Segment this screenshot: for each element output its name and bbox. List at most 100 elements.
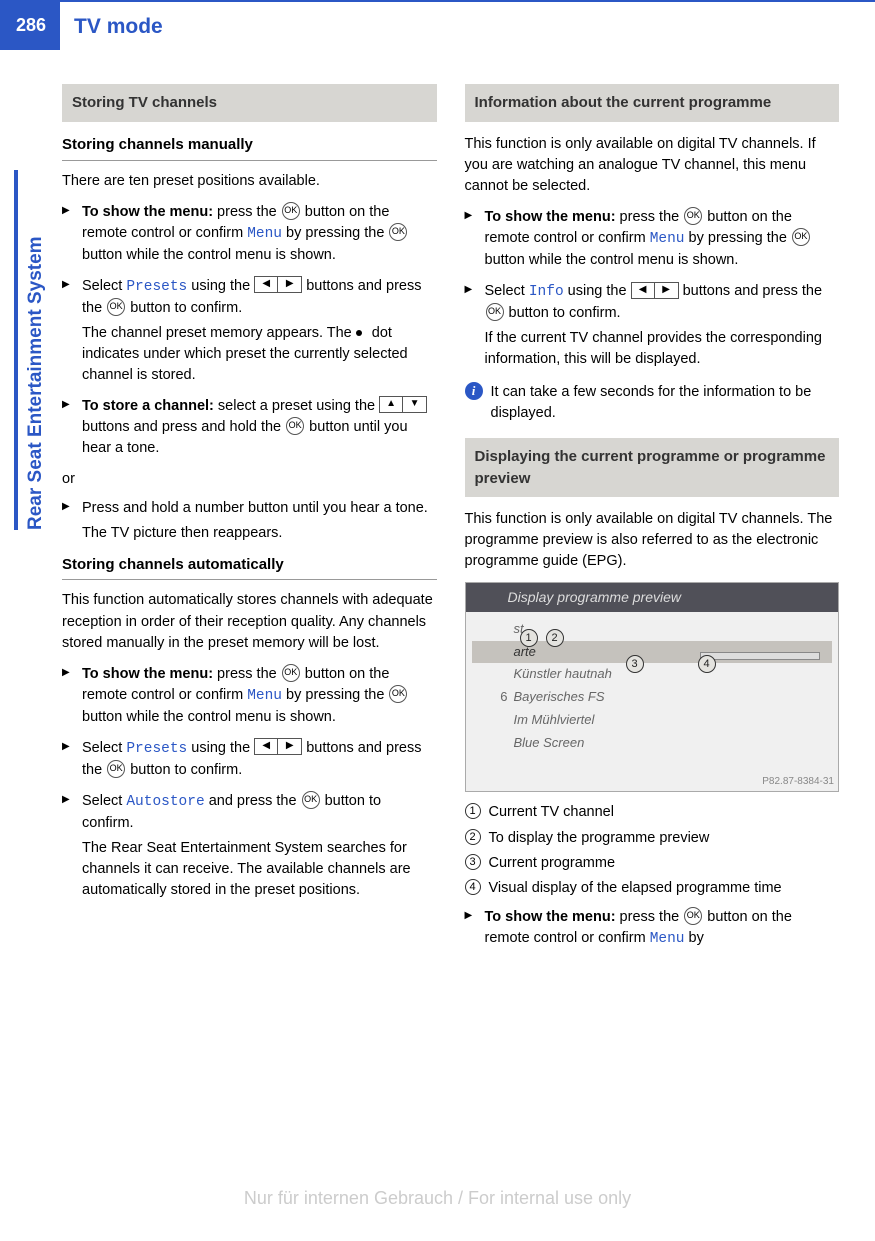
- step: Press and hold a number button until you…: [62, 498, 437, 544]
- down-arrow-button-icon: ▼: [403, 396, 427, 413]
- legend-item: 3 Current programme: [465, 853, 840, 874]
- step: To show the menu: press the OK button on…: [62, 664, 437, 728]
- legend-text: Visual display of the elapsed programme …: [489, 880, 782, 896]
- legend-item: 1Current TV channel: [465, 802, 840, 823]
- left-arrow-button-icon: ◀: [254, 276, 278, 293]
- ok-button-icon: OK: [389, 685, 407, 703]
- right-arrow-button-icon: ▶: [278, 276, 302, 293]
- txt: select a preset using the: [214, 398, 379, 414]
- legend-num: 2: [465, 829, 481, 845]
- figure-epg: Display programme preview st arte Künstl…: [465, 582, 840, 792]
- step: To show the menu: press the OK button on…: [465, 907, 840, 950]
- txt: using the: [187, 278, 254, 294]
- paragraph: This function is only available on digit…: [465, 134, 840, 197]
- step-bold: To show the menu:: [82, 204, 213, 220]
- txt: using the: [564, 283, 631, 299]
- ok-button-icon: OK: [302, 791, 320, 809]
- step: To show the menu: press the OK button on…: [465, 207, 840, 271]
- step: Select Presets using the ◀▶ buttons and …: [62, 276, 437, 386]
- section-heading: Displaying the current programme or prog…: [465, 438, 840, 498]
- info-label: Info: [529, 284, 564, 300]
- paragraph: This function automatically stores chann…: [62, 590, 437, 653]
- txt: The channel preset memory appears. The: [82, 325, 356, 341]
- step: Select Info using the ◀▶ buttons and pre…: [465, 281, 840, 370]
- fig-row: Künstler hautnah: [472, 663, 833, 686]
- txt: by pressing the: [282, 225, 388, 241]
- header-rule: [0, 0, 875, 2]
- fig-row: Im Mühlviertel: [472, 709, 833, 732]
- txt: button to confirm.: [126, 300, 242, 316]
- legend-text: Current programme: [489, 855, 616, 871]
- subheading: Storing channels automatically: [62, 554, 437, 581]
- fig-row: Blue Screen: [472, 732, 833, 755]
- legend-item: 4Visual display of the elapsed programme…: [465, 878, 840, 899]
- ok-button-icon: OK: [107, 298, 125, 316]
- txt: by pressing the: [282, 687, 388, 703]
- step: To store a channel: select a preset usin…: [62, 396, 437, 459]
- legend-num: 1: [465, 803, 481, 819]
- txt: by pressing the: [685, 230, 791, 246]
- left-arrow-button-icon: ◀: [631, 282, 655, 299]
- ok-button-icon: OK: [107, 760, 125, 778]
- info-icon: i: [465, 382, 483, 400]
- ok-button-icon: OK: [486, 303, 504, 321]
- callout-3: 3: [626, 655, 644, 673]
- txt: The Rear Seat Entertainment System searc…: [82, 840, 411, 898]
- txt: buttons and press and hold the: [82, 419, 285, 435]
- callout-4: 4: [698, 655, 716, 673]
- ok-button-icon: OK: [286, 417, 304, 435]
- figure-header: Display programme preview: [466, 583, 839, 611]
- up-arrow-button-icon: ▲: [379, 396, 403, 413]
- section-heading: Information about the current programme: [465, 84, 840, 122]
- left-column: Storing TV channels Storing channels man…: [62, 84, 437, 960]
- txt: by: [685, 930, 704, 946]
- txt: Select: [82, 278, 126, 294]
- right-column: Information about the current programme …: [465, 84, 840, 960]
- ok-button-icon: OK: [684, 907, 702, 925]
- legend-item: 2To display the programme preview: [465, 828, 840, 849]
- dot-icon: [356, 330, 362, 336]
- progress-bar-icon: [700, 652, 820, 660]
- side-tab: Rear Seat Entertainment System: [0, 170, 44, 530]
- step: Select Presets using the ◀▶ buttons and …: [62, 738, 437, 781]
- info-text: It can take a few seconds for the inform…: [491, 384, 812, 421]
- right-arrow-button-icon: ▶: [655, 282, 679, 299]
- step-bold: To store a channel:: [82, 398, 214, 414]
- txt: The TV picture then reappears.: [82, 525, 282, 541]
- txt: using the: [187, 740, 254, 756]
- autostore-label: Autostore: [126, 794, 204, 810]
- txt: press the: [213, 666, 281, 682]
- step: To show the menu: press the OK button on…: [62, 202, 437, 266]
- info-note: i It can take a few seconds for the info…: [465, 382, 840, 424]
- ok-button-icon: OK: [684, 207, 702, 225]
- txt: Select: [82, 793, 126, 809]
- page-header: 286 TV mode: [0, 0, 875, 56]
- txt: button while the control menu is shown.: [82, 247, 336, 263]
- txt: Select: [485, 283, 529, 299]
- menu-label: Menu: [247, 688, 282, 704]
- step-bold: To show the menu:: [82, 666, 213, 682]
- right-arrow-button-icon: ▶: [278, 738, 302, 755]
- or-separator: or: [62, 469, 437, 490]
- section-heading: Storing TV channels: [62, 84, 437, 122]
- page-title: TV mode: [64, 0, 163, 42]
- footer-watermark: Nur für internen Gebrauch / For internal…: [0, 1185, 875, 1211]
- side-tab-label: Rear Seat Entertainment System: [14, 170, 50, 530]
- step-bold: To show the menu:: [485, 209, 616, 225]
- txt: Select: [82, 740, 126, 756]
- content-area: Storing TV channels Storing channels man…: [0, 56, 875, 960]
- menu-label: Menu: [650, 231, 685, 247]
- txt: If the current TV channel provides the c…: [485, 330, 822, 367]
- ok-button-icon: OK: [389, 223, 407, 241]
- ok-button-icon: OK: [792, 228, 810, 246]
- txt: button to confirm.: [505, 305, 621, 321]
- paragraph: There are ten preset positions available…: [62, 171, 437, 192]
- legend-num: 3: [465, 854, 481, 870]
- paragraph: This function is only available on digit…: [465, 509, 840, 572]
- callout-1: 1: [520, 629, 538, 647]
- page-number: 286: [0, 0, 60, 50]
- txt: and press the: [205, 793, 301, 809]
- callout-2: 2: [546, 629, 564, 647]
- step: Select Autostore and press the OK button…: [62, 791, 437, 901]
- fig-row: 6Bayerisches FS: [472, 686, 833, 709]
